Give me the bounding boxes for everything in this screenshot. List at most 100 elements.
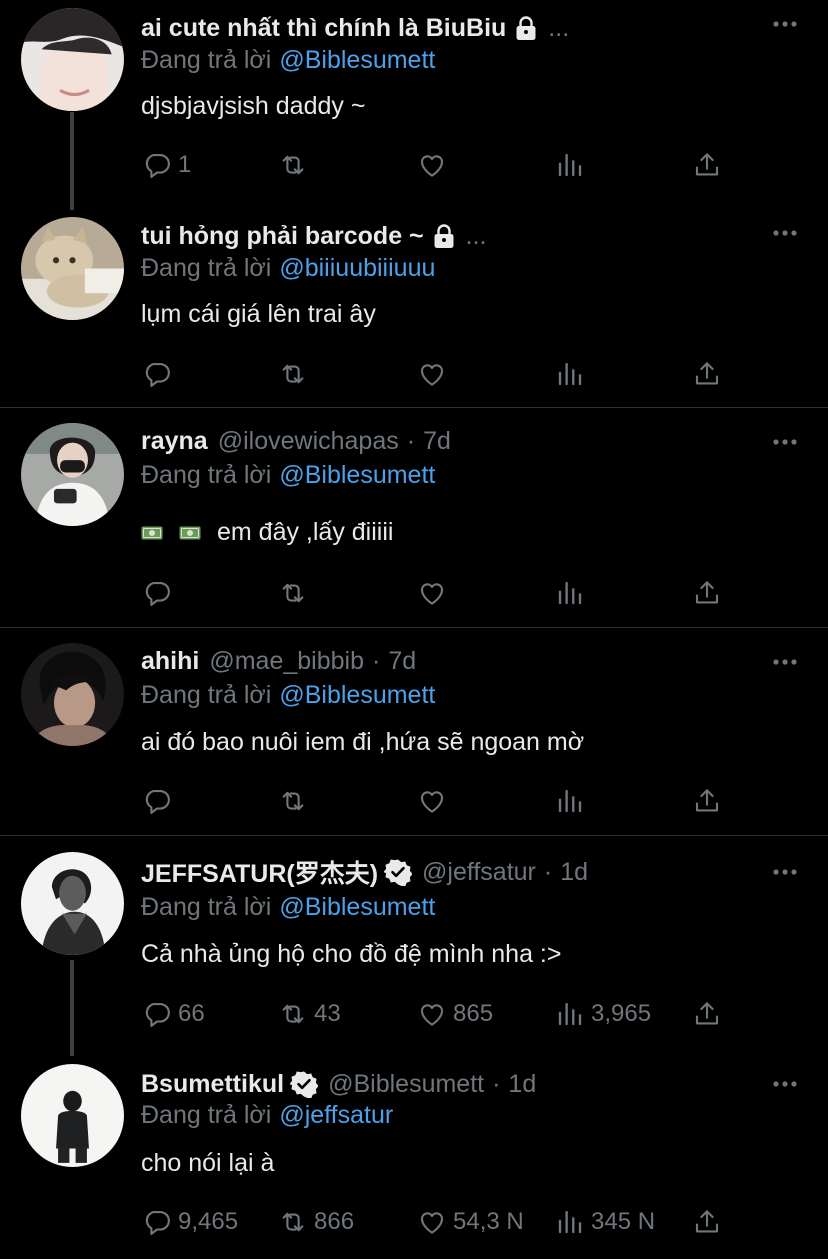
reply-icon: [142, 359, 172, 389]
money-emoji-icon: [141, 526, 163, 540]
retweet-icon: [278, 150, 308, 180]
reply-icon: [142, 578, 172, 608]
tweet-header: ahihi @mae_bibbib · 7d: [141, 644, 758, 678]
share-button[interactable]: [692, 354, 722, 394]
more-options-icon[interactable]: [772, 868, 798, 876]
retweet-button[interactable]: [278, 354, 314, 394]
separator-dot: ·: [371, 646, 381, 675]
share-button[interactable]: [692, 573, 722, 613]
retweet-count: 866: [314, 1208, 355, 1235]
more-options-icon[interactable]: [772, 229, 798, 237]
views-count: 345 N: [591, 1208, 656, 1235]
display-name[interactable]: rayna: [141, 427, 208, 456]
reply-count: 9,465: [178, 1208, 239, 1235]
avatar[interactable]: [21, 423, 124, 526]
tweet[interactable]: tui hỏng phải barcode ~ ... Đang trả lời…: [0, 205, 828, 407]
timestamp[interactable]: 7d: [423, 427, 451, 456]
share-button[interactable]: [692, 1202, 722, 1242]
mention-link[interactable]: @Biblesumett: [279, 46, 435, 74]
avatar[interactable]: [21, 1064, 124, 1167]
share-button[interactable]: [692, 781, 722, 821]
views-button[interactable]: 3,965: [555, 994, 651, 1034]
views-button[interactable]: [555, 354, 591, 394]
reply-button[interactable]: [142, 573, 178, 613]
views-button[interactable]: [555, 145, 591, 185]
user-handle[interactable]: @mae_bibbib: [209, 647, 364, 676]
reply-button[interactable]: [142, 781, 178, 821]
lock-icon: [514, 15, 538, 41]
share-icon: [692, 1207, 722, 1237]
retweet-button[interactable]: [278, 145, 314, 185]
more-options-icon[interactable]: [772, 1080, 798, 1088]
views-button[interactable]: 345 N: [555, 1202, 655, 1242]
separator-dot: ·: [406, 426, 416, 455]
display-name[interactable]: JEFFSATUR(罗杰夫): [141, 855, 378, 889]
like-button[interactable]: 54,3 N: [417, 1202, 524, 1242]
separator-dot: ·: [543, 857, 553, 886]
retweet-button[interactable]: [278, 781, 314, 821]
share-button[interactable]: [692, 994, 722, 1034]
retweet-button[interactable]: 43: [278, 994, 341, 1034]
views-button[interactable]: [555, 573, 591, 613]
reply-button[interactable]: 66: [142, 994, 205, 1034]
more-options-icon[interactable]: [772, 438, 798, 446]
tweet-text: Cả nhà ủng hộ cho đồ đệ mình nha :>: [141, 940, 562, 968]
verified-badge-icon: [384, 858, 412, 886]
like-button[interactable]: [417, 354, 453, 394]
action-bar: 66 43 865 3,965: [141, 994, 741, 1034]
like-button[interactable]: [417, 781, 453, 821]
reply-icon: [142, 999, 172, 1029]
mention-link[interactable]: @Biblesumett: [279, 893, 435, 921]
display-name[interactable]: ai cute nhất thì chính là BiuBiu: [141, 14, 506, 43]
reply-button[interactable]: 9,465: [142, 1202, 238, 1242]
user-handle[interactable]: @jeffsatur: [422, 858, 536, 887]
tweet-header: rayna @ilovewichapas · 7d: [141, 424, 758, 458]
avatar[interactable]: [21, 852, 124, 955]
views-count: 3,965: [591, 1000, 652, 1027]
avatar[interactable]: [21, 8, 124, 111]
share-button[interactable]: [692, 145, 722, 185]
retweet-icon: [278, 578, 308, 608]
reply-prefix: Đang trả lời: [141, 681, 272, 709]
views-button[interactable]: [555, 781, 591, 821]
like-button[interactable]: 865: [417, 994, 493, 1034]
like-button[interactable]: [417, 573, 453, 613]
display-name[interactable]: ahihi: [141, 647, 199, 676]
timestamp[interactable]: 1d: [508, 1070, 536, 1099]
mention-link[interactable]: @Biblesumett: [279, 681, 435, 709]
reply-button[interactable]: [142, 354, 178, 394]
reply-context: Đang trả lời @Biblesumett: [141, 46, 435, 75]
tweet-text: em đây ,lấy điiiii: [141, 518, 393, 547]
reply-button[interactable]: 1: [142, 145, 191, 185]
tweet[interactable]: rayna @ilovewichapas · 7d Đang trả lời @B…: [0, 408, 828, 627]
display-name[interactable]: tui hỏng phải barcode ~: [141, 222, 424, 251]
tweet[interactable]: ai cute nhất thì chính là BiuBiu ... Đan…: [0, 0, 828, 205]
retweet-button[interactable]: [278, 573, 314, 613]
tweet-text: cho nói lại à: [141, 1149, 275, 1177]
reply-count: 66: [178, 1000, 205, 1027]
retweet-button[interactable]: 866: [278, 1202, 354, 1242]
tweet-header: Bsumettikul @Biblesumett · 1d: [141, 1067, 758, 1101]
more-options-icon[interactable]: [772, 658, 798, 666]
timestamp[interactable]: 7d: [388, 647, 416, 676]
tweet[interactable]: ahihi @mae_bibbib · 7d Đang trả lời @Bibl…: [0, 628, 828, 835]
mention-link[interactable]: @jeffsatur: [279, 1101, 393, 1129]
tweet-header: ai cute nhất thì chính là BiuBiu ...: [141, 11, 758, 45]
display-name[interactable]: Bsumettikul: [141, 1070, 284, 1099]
tweet[interactable]: Bsumettikul @Biblesumett · 1d Đang trả l…: [0, 1052, 828, 1259]
more-options-icon[interactable]: [772, 20, 798, 28]
like-count: 865: [453, 1000, 494, 1027]
separator-dot: ·: [492, 1069, 501, 1098]
avatar[interactable]: [21, 643, 124, 746]
timestamp[interactable]: 1d: [560, 858, 588, 887]
avatar[interactable]: [21, 217, 124, 320]
mention-link[interactable]: @Biblesumett: [279, 461, 435, 489]
user-handle[interactable]: @Biblesumett: [328, 1070, 484, 1099]
user-handle[interactable]: @ilovewichapas: [218, 427, 399, 456]
action-bar: [141, 573, 741, 613]
mention-link[interactable]: @biiiuubiiiuuu: [279, 254, 435, 282]
tweet[interactable]: JEFFSATUR(罗杰夫) @jeffsatur · 1d Đang trả …: [0, 836, 828, 1052]
like-button[interactable]: [417, 145, 453, 185]
tweet-header: tui hỏng phải barcode ~ ...: [141, 219, 758, 253]
reply-icon: [142, 1207, 172, 1237]
